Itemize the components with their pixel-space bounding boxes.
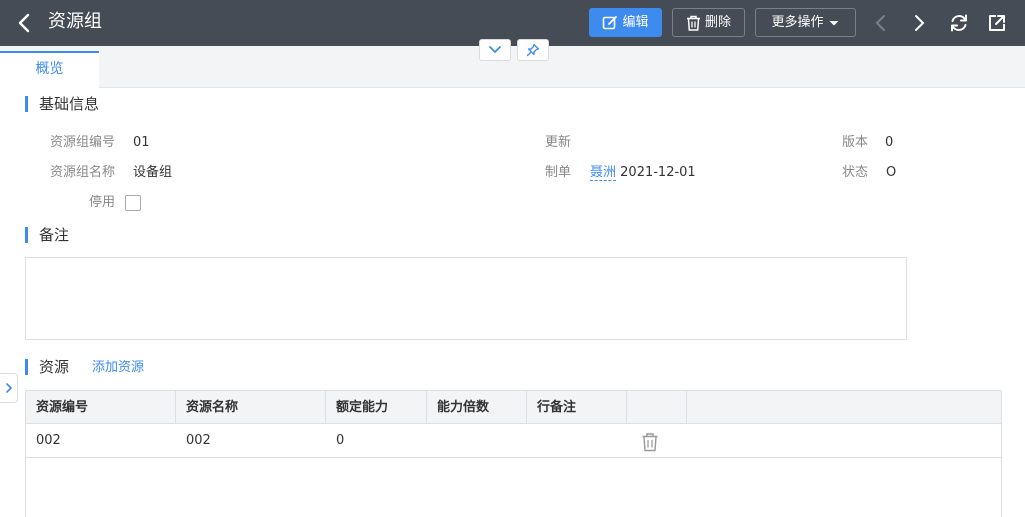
more-actions-button[interactable]: 更多操作 <box>755 8 856 37</box>
more-actions-label: 更多操作 <box>771 15 824 30</box>
top-bar: 资源组 编辑 删除 更多操作 <box>0 0 1025 46</box>
edit-button-label: 编辑 <box>622 15 649 30</box>
caret-down-icon <box>829 20 838 25</box>
sidebar-expand-button[interactable] <box>0 373 18 403</box>
column-header-rated-capacity[interactable]: 额定能力 <box>326 391 427 424</box>
updated-label: 更新 <box>545 135 572 150</box>
column-header-actions <box>627 391 687 424</box>
delete-row-trash-icon[interactable] <box>641 432 661 452</box>
creator-date: 2021-12-01 <box>620 165 696 180</box>
cell-resource-name[interactable]: 002 <box>176 424 326 458</box>
next-record-icon[interactable] <box>907 11 931 35</box>
resource-group-name-value: 设备组 <box>133 165 173 180</box>
creator-value: 聂洲 2021-12-01 <box>590 164 696 182</box>
open-external-icon[interactable] <box>985 11 1009 35</box>
column-header-resource-code[interactable]: 资源编号 <box>26 391 176 424</box>
prev-record-icon[interactable] <box>869 11 893 35</box>
chevron-right-icon <box>5 383 12 393</box>
disabled-label: 停用 <box>89 195 116 210</box>
refresh-icon[interactable] <box>947 11 971 35</box>
section-title-remark: 备注 <box>25 227 69 243</box>
resource-group-code-label: 资源组编号 <box>50 135 116 150</box>
version-value: 0 <box>885 135 894 150</box>
edit-button[interactable]: 编辑 <box>589 8 662 37</box>
collapse-header-button[interactable] <box>479 39 511 61</box>
column-header-capacity-multiplier[interactable]: 能力倍数 <box>427 391 527 424</box>
resource-group-name-label: 资源组名称 <box>50 165 116 180</box>
column-header-row-remark[interactable]: 行备注 <box>527 391 627 424</box>
section-title-resources: 资源 <box>25 359 69 375</box>
remark-textarea[interactable] <box>25 257 907 340</box>
tab-overview[interactable]: 概览 <box>0 51 99 88</box>
status-value: O <box>886 165 897 180</box>
delete-button[interactable]: 删除 <box>672 8 745 37</box>
tab-bar: 概览 <box>0 46 1025 88</box>
creator-name-link[interactable]: 聂洲 <box>590 165 617 181</box>
grid-header: 资源编号 资源名称 额定能力 能力倍数 行备注 <box>26 391 1001 424</box>
cell-capacity-multiplier[interactable] <box>427 424 527 458</box>
trash-icon <box>686 15 700 31</box>
table-row[interactable]: 002 002 0 <box>26 424 1001 458</box>
chevron-down-icon <box>489 46 501 54</box>
back-arrow-icon[interactable] <box>14 11 36 35</box>
page-title: 资源组 <box>48 11 102 32</box>
cell-row-remark[interactable] <box>527 424 627 458</box>
disabled-checkbox[interactable] <box>125 195 141 211</box>
cell-resource-code[interactable]: 002 <box>26 424 176 458</box>
creator-label: 制单 <box>545 165 572 180</box>
resource-grid: 资源编号 资源名称 额定能力 能力倍数 行备注 002 002 0 <box>25 390 1002 517</box>
version-label: 版本 <box>842 135 869 150</box>
delete-button-label: 删除 <box>704 15 731 30</box>
resource-group-code-value: 01 <box>133 135 150 150</box>
pin-header-button[interactable] <box>517 39 549 61</box>
section-title-basic-info: 基础信息 <box>25 96 99 112</box>
pin-icon <box>526 43 540 57</box>
edit-icon <box>603 15 618 29</box>
add-resource-link[interactable]: 添加资源 <box>92 359 144 377</box>
cell-rated-capacity[interactable]: 0 <box>326 424 427 458</box>
column-header-resource-name[interactable]: 资源名称 <box>176 391 326 424</box>
status-label: 状态 <box>842 165 869 180</box>
